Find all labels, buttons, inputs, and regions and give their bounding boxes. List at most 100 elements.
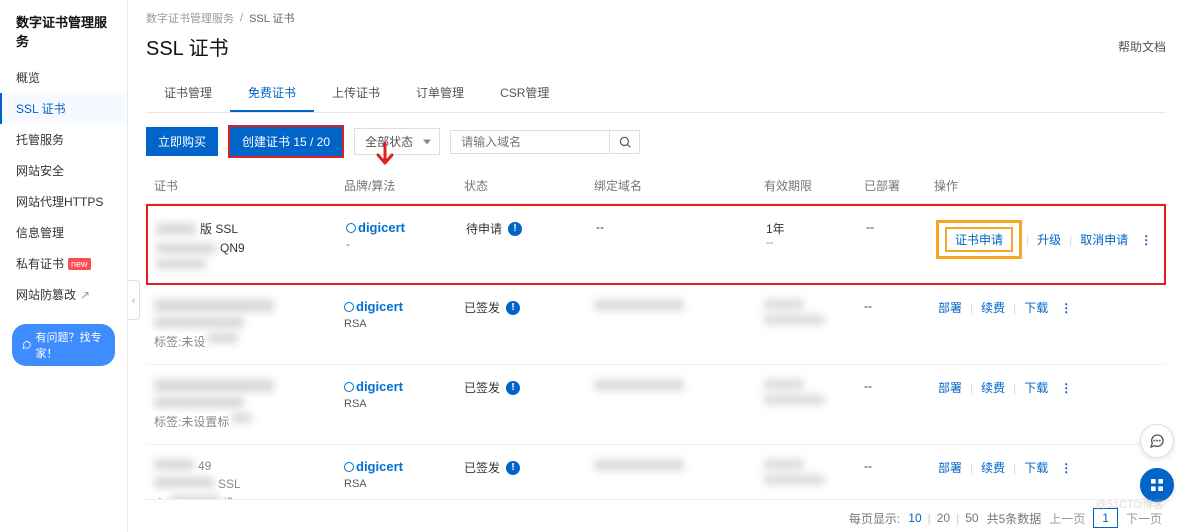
create-cert-button[interactable]: 创建证书 15 / 20	[230, 127, 342, 156]
action-cell: 证书申请 | 升级 | 取消申请 ⋮	[936, 220, 1156, 259]
sidebar-title: 数字证书管理服务	[0, 12, 127, 62]
valid-cell	[764, 379, 864, 405]
more-actions-icon[interactable]: ⋮	[1056, 381, 1075, 395]
page-size-50[interactable]: 50	[965, 511, 978, 525]
status-info-icon[interactable]: !	[506, 301, 520, 315]
action-upgrade[interactable]: 升级	[1033, 231, 1065, 248]
page-title: SSL 证书	[146, 32, 229, 61]
sidebar-item-website-proxy[interactable]: 网站代理HTTPS	[0, 186, 127, 217]
domain-cell	[594, 299, 764, 311]
table-row: 标签:未设置标 digicert RSA 已签发! -- 部署| 续费| 下载 …	[146, 365, 1166, 445]
table-row: 版 SSL QN9 digicert - 待申请 ! -- 1年 -- --	[146, 204, 1166, 285]
action-deploy[interactable]: 部署	[934, 299, 966, 316]
cert-cell: 标签:未设	[154, 299, 344, 350]
table-header: 证书 品牌/算法 状态 绑定域名 有效期限 已部署 操作	[146, 168, 1166, 204]
status-info-icon[interactable]: !	[506, 381, 520, 395]
th-domain: 绑定域名	[594, 177, 764, 194]
tab-free-cert[interactable]: 免费证书	[230, 75, 314, 112]
prev-page[interactable]: 上一页	[1049, 510, 1085, 527]
sidebar-item-ssl[interactable]: SSL 证书	[0, 93, 127, 124]
current-page[interactable]: 1	[1093, 508, 1118, 528]
new-badge: new	[68, 258, 91, 270]
more-actions-icon[interactable]: ⋮	[1136, 233, 1155, 247]
more-actions-icon[interactable]: ⋮	[1056, 461, 1075, 475]
buy-button[interactable]: 立即购买	[146, 127, 218, 156]
grid-icon	[1149, 477, 1165, 493]
page-size-10[interactable]: 10	[908, 511, 921, 525]
sidebar-item-info[interactable]: 信息管理	[0, 217, 127, 248]
action-cell: 部署| 续费| 下载 ⋮	[934, 459, 1158, 476]
breadcrumb: 数字证书管理服务 / SSL 证书	[146, 10, 1166, 26]
sidebar-item-hosting[interactable]: 托管服务	[0, 124, 127, 155]
deployed-cell: --	[864, 299, 934, 313]
action-renew[interactable]: 续费	[977, 299, 1009, 316]
help-doc-link[interactable]: 帮助文档	[1118, 38, 1166, 55]
create-cert-highlight: 创建证书 15 / 20	[228, 125, 344, 158]
tab-cert-manage[interactable]: 证书管理	[146, 75, 230, 112]
tab-upload-cert[interactable]: 上传证书	[314, 75, 398, 112]
search-button[interactable]	[610, 130, 640, 154]
tabs: 证书管理 免费证书 上传证书 订单管理 CSR管理	[146, 75, 1166, 113]
action-cancel[interactable]: 取消申请	[1076, 231, 1132, 248]
cert-cell: 49 SSL 实j8 标签:	[154, 459, 344, 499]
status-info-icon[interactable]: !	[508, 222, 522, 236]
next-page[interactable]: 下一页	[1126, 510, 1162, 527]
deployed-cell: --	[866, 220, 936, 234]
valid-cell	[764, 299, 864, 325]
domain-cell	[594, 459, 764, 471]
cert-apply-highlight: 证书申请	[936, 220, 1022, 259]
action-download[interactable]: 下载	[1020, 379, 1052, 396]
cert-table: 证书 品牌/算法 状态 绑定域名 有效期限 已部署 操作 版 SSL QN9 d…	[146, 168, 1166, 499]
toolbar: 立即购买 创建证书 15 / 20 全部状态	[146, 113, 1166, 168]
pagination: 每页显示: 10 | 20 | 50 共5条数据 上一页 1 下一页	[146, 499, 1166, 532]
chat-bubble-icon	[1149, 433, 1165, 449]
digicert-logo: digicert	[344, 459, 464, 474]
tab-csr-manage[interactable]: CSR管理	[482, 75, 567, 112]
sidebar-item-overview[interactable]: 概览	[0, 62, 127, 93]
main-content: 数字证书管理服务 / SSL 证书 SSL 证书 帮助文档 证书管理 免费证书 …	[128, 0, 1184, 532]
status-cell: 已签发!	[464, 299, 594, 316]
apps-button[interactable]	[1140, 468, 1174, 502]
page-size-20[interactable]: 20	[937, 511, 950, 525]
feedback-button[interactable]	[1140, 424, 1174, 458]
th-cert: 证书	[154, 177, 344, 194]
sidebar-item-tamper[interactable]: 网站防篡改↗	[0, 279, 127, 310]
total-count: 共5条数据	[987, 510, 1042, 527]
action-renew[interactable]: 续费	[977, 459, 1009, 476]
more-actions-icon[interactable]: ⋮	[1056, 301, 1075, 315]
status-info-icon[interactable]: !	[506, 461, 520, 475]
action-download[interactable]: 下载	[1020, 459, 1052, 476]
valid-cell: 1年 --	[766, 220, 866, 249]
valid-cell	[764, 459, 864, 485]
float-buttons	[1140, 424, 1174, 502]
status-cell: 已签发!	[464, 459, 594, 476]
tab-order-manage[interactable]: 订单管理	[398, 75, 482, 112]
action-download[interactable]: 下载	[1020, 299, 1052, 316]
action-apply[interactable]: 证书申请	[951, 233, 1007, 247]
breadcrumb-current: SSL 证书	[249, 10, 294, 26]
expert-help-button[interactable]: 有问题？找专家！	[12, 324, 115, 366]
table-row: 49 SSL 实j8 标签: digicert RSA 已签发! -- 部署| …	[146, 445, 1166, 499]
deployed-cell: --	[864, 459, 934, 473]
search-icon	[618, 135, 632, 149]
action-cell: 部署| 续费| 下载 ⋮	[934, 299, 1158, 316]
action-renew[interactable]: 续费	[977, 379, 1009, 396]
sidebar-item-private-cert[interactable]: 私有证书new	[0, 248, 127, 279]
sidebar-collapse-handle[interactable]: ‹	[128, 280, 140, 320]
action-deploy[interactable]: 部署	[934, 379, 966, 396]
table-row: 标签:未设 digicert RSA 已签发! -- 部署| 续费| 下载 ⋮	[146, 285, 1166, 365]
status-filter-select[interactable]: 全部状态	[354, 128, 440, 155]
brand-cell: digicert RSA	[344, 379, 464, 410]
th-status: 状态	[464, 177, 594, 194]
digicert-logo: digicert	[344, 379, 464, 394]
domain-cell: --	[596, 220, 766, 234]
action-cell: 部署| 续费| 下载 ⋮	[934, 379, 1158, 396]
action-deploy[interactable]: 部署	[934, 459, 966, 476]
search-input[interactable]	[450, 130, 610, 154]
status-cell: 已签发!	[464, 379, 594, 396]
breadcrumb-parent[interactable]: 数字证书管理服务	[146, 10, 234, 26]
sidebar-item-website-security[interactable]: 网站安全	[0, 155, 127, 186]
cert-cell: 标签:未设置标	[154, 379, 344, 430]
page-size-label: 每页显示:	[849, 510, 900, 527]
digicert-logo: digicert	[346, 220, 466, 235]
